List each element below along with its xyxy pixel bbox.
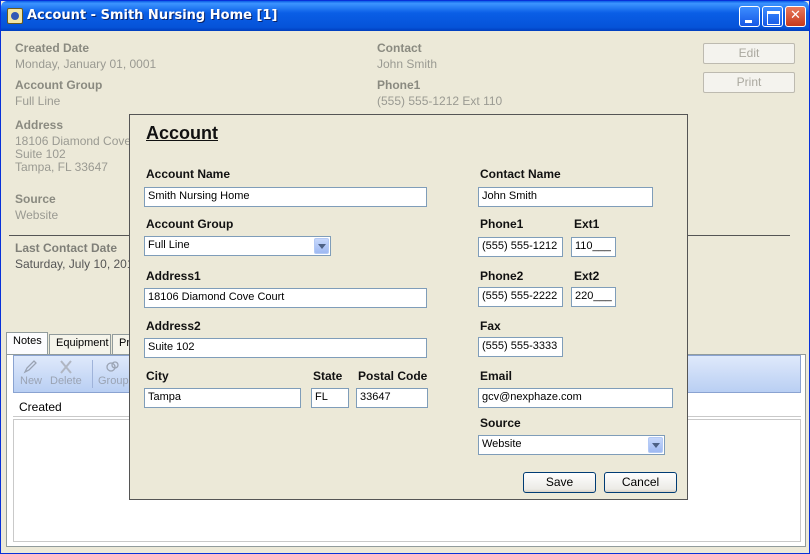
new-button[interactable]: New [20,360,42,387]
toolbar-divider [92,360,93,388]
account-group-value: Full Line [15,94,61,108]
account-group-label: Account Group [146,217,234,231]
account-name-input[interactable]: Smith Nursing Home [144,187,427,207]
close-button[interactable]: ✕ [785,6,806,27]
edit-button[interactable]: Edit [703,43,795,64]
address-line3: Tampa, FL 33647 [15,160,108,174]
delete-label: Delete [50,375,82,387]
account-group-selected: Full Line [148,239,190,251]
tab-equipment[interactable]: Equipment [49,334,111,354]
source-value: Website [15,208,59,222]
maximize-button[interactable] [762,6,783,27]
last-contact-value: Saturday, July 10, 2010 [15,257,141,271]
save-button[interactable]: Save [523,472,596,493]
source-select[interactable]: Website [478,435,665,455]
minimize-button[interactable] [739,6,760,27]
pencil-icon [23,360,37,374]
delete-button[interactable]: Delete [50,360,82,387]
source-label: Source [15,192,56,206]
chevron-down-icon[interactable] [648,437,663,453]
phone2-input[interactable]: (555) 555-2222 [478,287,563,307]
phone1-label: Phone1 [480,217,524,231]
email-input[interactable]: gcv@nexphaze.com [478,388,673,408]
window-title: Account - Smith Nursing Home [1] [27,8,278,23]
ext2-input[interactable]: 220___ [571,287,616,307]
address-line2: Suite 102 [15,147,66,161]
postal-code-label: Postal Code [358,369,428,383]
address-label: Address [15,118,64,132]
cancel-button[interactable]: Cancel [604,472,677,493]
ext1-input[interactable]: 110___ [571,237,616,257]
phone1-input[interactable]: (555) 555-1212 [478,237,563,257]
address1-label: Address1 [146,269,201,283]
state-label: State [313,369,343,383]
contact-name-input[interactable]: John Smith [478,187,653,207]
account-window: Account - Smith Nursing Home [1] ✕ Creat… [0,0,810,554]
fax-input[interactable]: (555) 555-3333 [478,337,563,357]
phone1-label: Phone1 [377,78,421,92]
contact-name-label: Contact Name [480,167,561,181]
created-date-label: Created Date [15,41,90,55]
contact-label: Contact [377,41,422,55]
delete-icon [60,360,72,374]
account-group-select[interactable]: Full Line [144,236,331,256]
account-dialog: Account Account Name Smith Nursing Home … [129,114,688,500]
separator-line [688,235,790,236]
app-icon [7,8,23,24]
account-name-label: Account Name [146,167,231,181]
created-date-value: Monday, January 01, 0001 [15,57,157,71]
new-label: New [20,375,43,387]
address-line1: 18106 Diamond Cove C [15,134,144,148]
ext1-label: Ext1 [574,217,600,231]
print-button[interactable]: Print [703,72,795,93]
fax-label: Fax [480,319,501,333]
source-label: Source [480,416,521,430]
phone2-label: Phone2 [480,269,524,283]
group-icon [106,361,119,372]
group-button[interactable]: Group [98,360,129,387]
address2-input[interactable]: Suite 102 [144,338,427,358]
state-input[interactable]: FL [311,388,349,408]
source-selected: Website [482,438,522,450]
address2-label: Address2 [146,319,201,333]
city-input[interactable]: Tampa [144,388,301,408]
group-label: Group [98,375,129,387]
tab-notes[interactable]: Notes [6,332,48,354]
title-bar[interactable]: Account - Smith Nursing Home [1] ✕ [1,1,809,31]
chevron-down-icon[interactable] [314,238,329,254]
ext2-label: Ext2 [574,269,600,283]
separator-line [9,235,129,236]
account-group-label: Account Group [15,78,103,92]
dialog-title: Account [146,123,218,143]
phone1-value: (555) 555-1212 Ext 110 [377,94,503,108]
address1-input[interactable]: 18106 Diamond Cove Court [144,288,427,308]
city-label: City [146,369,169,383]
contact-value: John Smith [377,57,438,71]
email-label: Email [480,369,513,383]
last-contact-label: Last Contact Date [15,241,118,255]
postal-code-input[interactable]: 33647 [356,388,428,408]
